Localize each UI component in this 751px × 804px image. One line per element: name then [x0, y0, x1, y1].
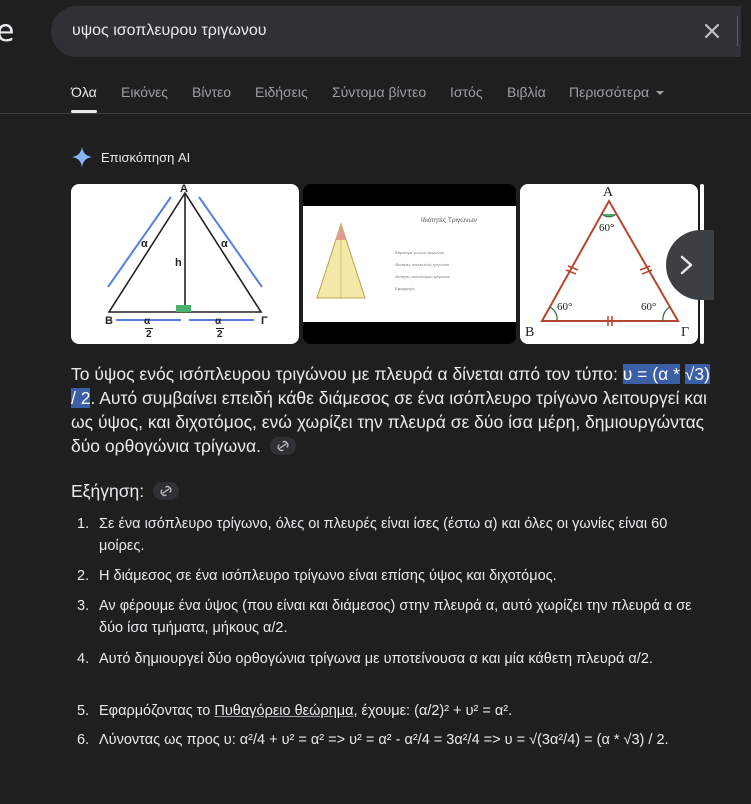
- slide-bullet-4: Εφαρμογές: [395, 286, 416, 291]
- step-text: Αν φέρουμε ένα ύψος (που είναι και διάμε…: [99, 598, 692, 636]
- pythagorean-theorem-link[interactable]: Πυθαγόρειο θεώρημα: [214, 703, 353, 719]
- link-icon: [277, 441, 289, 452]
- label-half-right-den: 2: [216, 328, 224, 340]
- label-half-left-den: 2: [145, 328, 153, 340]
- source-link-button[interactable]: [269, 437, 296, 456]
- search-bar[interactable]: υψος ισοπλευρου τριγωνου: [51, 6, 741, 57]
- label-left-vertex: B: [525, 325, 535, 340]
- explanation-label: Εξήγηση:: [71, 481, 145, 501]
- tab-more[interactable]: Περισσότερα: [569, 84, 665, 100]
- step-number: 1.: [77, 516, 90, 532]
- slide-bullet-2: Ιδιότητες ισοσκελούς τριγώνου: [395, 262, 450, 267]
- step-number: 3.: [77, 598, 90, 614]
- step-number: 4.: [77, 651, 90, 667]
- tab-images[interactable]: Εικόνες: [121, 84, 168, 100]
- angle-left: 60°: [557, 301, 573, 313]
- slide-image-2[interactable]: Ιδιότητες Τριγώνων Άθροισμα γωνιών τριγώ…: [303, 184, 516, 344]
- images-next-button[interactable]: [666, 230, 714, 300]
- label-apex: A: [603, 185, 614, 200]
- slide-bullet-3: Ιδιότητες ισοπλεύρου τριγώνου: [395, 274, 450, 279]
- sparkle-icon: [72, 147, 92, 167]
- step-number: 6.: [77, 732, 90, 748]
- caret-down-icon: [656, 91, 665, 96]
- step-text: Σε ένα ισόπλευρο τρίγωνο, όλες οι πλευρέ…: [99, 516, 668, 554]
- ai-answer: Το ύψος ενός ισόπλευρου τριγώνου με πλευ…: [71, 362, 711, 458]
- angle-apex: 60°: [599, 222, 615, 234]
- tab-news[interactable]: Ειδήσεις: [255, 84, 308, 100]
- label-apex: Α: [180, 184, 188, 195]
- label-half-left-num: α: [144, 316, 151, 327]
- step-text-post: , έχουμε: (α/2)² + υ² = α².: [353, 703, 513, 719]
- tabs-divider: [0, 113, 751, 114]
- tab-short-videos[interactable]: Σύντομα βίντεο: [332, 84, 426, 100]
- step-text: Εφαρμόζοντας το Πυθαγόρειο θεώρημα, έχου…: [99, 700, 704, 722]
- formula-highlight-1: υ = (α *: [622, 364, 680, 384]
- google-logo-fragment[interactable]: e: [0, 14, 14, 49]
- step-text: Αυτό δημιουργεί δύο ορθογώνια τρίγωνα με…: [99, 651, 653, 667]
- triangle-image-1[interactable]: Α Β Γ α α h α 2 α 2: [71, 184, 299, 344]
- label-height: h: [175, 257, 182, 269]
- step-text: Η διάμεσος σε ένα ισόπλευρο τρίγωνο είνα…: [99, 568, 557, 584]
- slide-title: Ιδιότητες Τριγώνων: [421, 217, 477, 224]
- angle-right: 60°: [641, 301, 657, 313]
- label-right-vertex: Γ: [261, 315, 268, 327]
- ai-overview-title: Επισκόπηση AI: [101, 149, 191, 165]
- search-input[interactable]: υψος ισοπλευρου τριγωνου: [72, 22, 267, 40]
- slide-page: Ιδιότητες Τριγώνων Άθροισμα γωνιών τριγώ…: [303, 206, 516, 322]
- label-right-vertex: Γ: [681, 325, 690, 340]
- close-icon[interactable]: [699, 18, 725, 44]
- label-left-vertex: Β: [105, 315, 113, 327]
- explanation-link-button[interactable]: [153, 482, 179, 501]
- tab-books[interactable]: Βιβλία: [507, 84, 546, 100]
- tab-videos[interactable]: Βίντεο: [192, 84, 231, 100]
- ai-overview-header: Επισκόπηση AI: [71, 146, 190, 168]
- label-half-right-num: α: [215, 316, 222, 327]
- label-side-left: α: [141, 238, 148, 250]
- label-side-right: α: [221, 238, 228, 250]
- answer-rest: . Αυτό συμβαίνει επειδή κάθε διάμεσος σε…: [71, 388, 707, 456]
- tab-all[interactable]: Όλα: [71, 84, 97, 100]
- step-text-pre: Εφαρμόζοντας το: [99, 703, 215, 719]
- explanation-heading: Εξήγηση:: [71, 481, 179, 502]
- chevron-right-icon: [680, 255, 693, 275]
- step-number: 2.: [77, 568, 90, 584]
- tab-web[interactable]: Ιστός: [450, 84, 483, 100]
- step-number: 5.: [77, 703, 90, 719]
- link-icon: [160, 486, 172, 497]
- slide-bullet-1: Άθροισμα γωνιών τριγώνου: [395, 250, 445, 255]
- search-tabs: Όλα Εικόνες Βίντεο Ειδήσεις Σύντομα βίντ…: [0, 84, 751, 114]
- search-divider: [737, 16, 738, 46]
- step-text: Λύνοντας ως προς υ: α²/4 + υ² = α² => υ²…: [99, 732, 669, 748]
- answer-intro: Το ύψος ενός ισόπλευρου τριγώνου με πλευ…: [71, 364, 623, 384]
